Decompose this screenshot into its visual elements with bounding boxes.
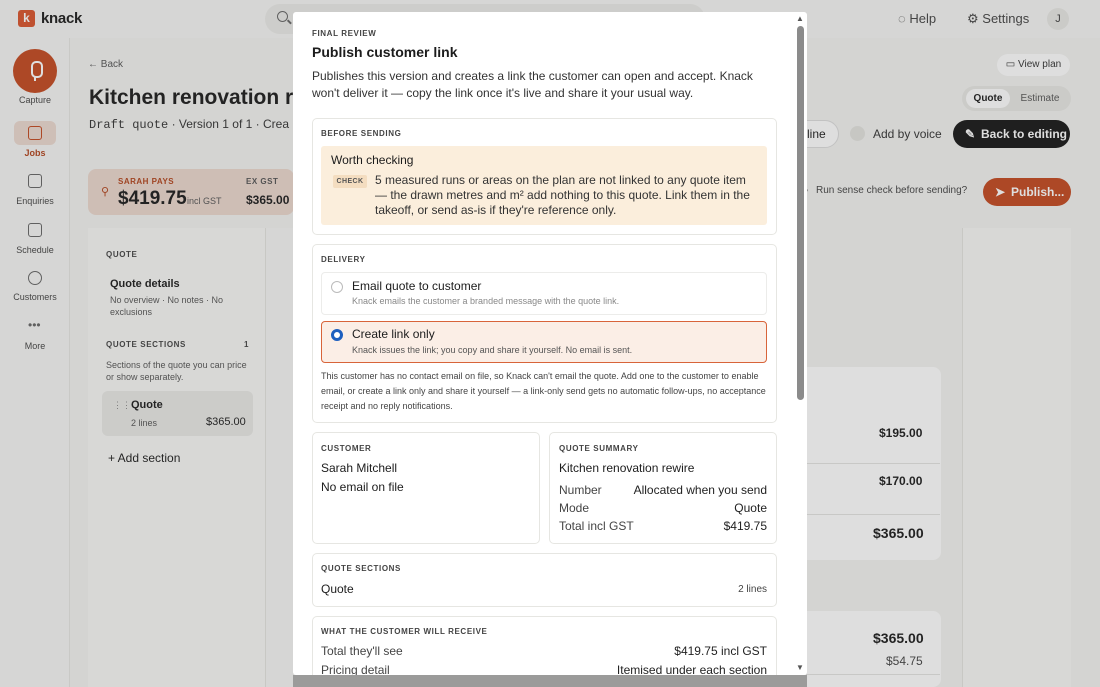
summary-key: Number — [559, 483, 602, 497]
scroll-up-arrow-icon[interactable]: ▲ — [796, 14, 804, 23]
link-only-radio[interactable] — [331, 329, 343, 341]
customer-email-status: No email on file — [321, 480, 404, 494]
warning-title: Worth checking — [331, 153, 414, 167]
option-description: Knack emails the customer a branded mess… — [352, 296, 620, 306]
check-badge: CHECK — [333, 175, 367, 188]
dialog-eyebrow: FINAL REVIEW — [312, 29, 377, 38]
section-lines: 2 lines — [738, 584, 767, 595]
summary-value: Allocated when you send — [633, 483, 767, 497]
customer-heading: CUSTOMER — [321, 444, 372, 453]
backdrop-strip — [293, 675, 807, 687]
receive-key: Total they'll see — [321, 644, 403, 658]
option-title: Create link only — [352, 327, 435, 341]
email-radio[interactable] — [331, 281, 343, 293]
scroll-down-arrow-icon[interactable]: ▼ — [796, 663, 804, 672]
summary-heading: QUOTE SUMMARY — [559, 444, 639, 453]
section-name: Quote — [321, 582, 354, 596]
quote-sections-card — [312, 553, 777, 607]
summary-value: Quote — [734, 501, 767, 515]
summary-title: Kitchen renovation rewire — [559, 461, 695, 475]
summary-key: Total incl GST — [559, 519, 634, 533]
delivery-note: This customer has no contact email on fi… — [321, 371, 766, 411]
before-sending-heading: BEFORE SENDING — [321, 129, 402, 138]
receive-value: $419.75 incl GST — [674, 644, 767, 658]
summary-key: Mode — [559, 501, 590, 515]
warning-text: 5 measured runs or areas on the plan are… — [375, 173, 750, 217]
dialog-title: Publish customer link — [312, 44, 458, 60]
receive-heading: WHAT THE CUSTOMER WILL RECEIVE — [321, 627, 488, 636]
customer-name: Sarah Mitchell — [321, 461, 398, 475]
option-title: Email quote to customer — [352, 279, 482, 293]
scrollbar-thumb[interactable] — [797, 26, 804, 400]
quote-sections-heading: QUOTE SECTIONS — [321, 564, 401, 573]
option-description: Knack issues the link; you copy and shar… — [352, 345, 633, 355]
dialog-description: Publishes this version and creates a lin… — [312, 69, 753, 100]
delivery-heading: DELIVERY — [321, 255, 366, 264]
summary-value: $419.75 — [723, 519, 767, 533]
